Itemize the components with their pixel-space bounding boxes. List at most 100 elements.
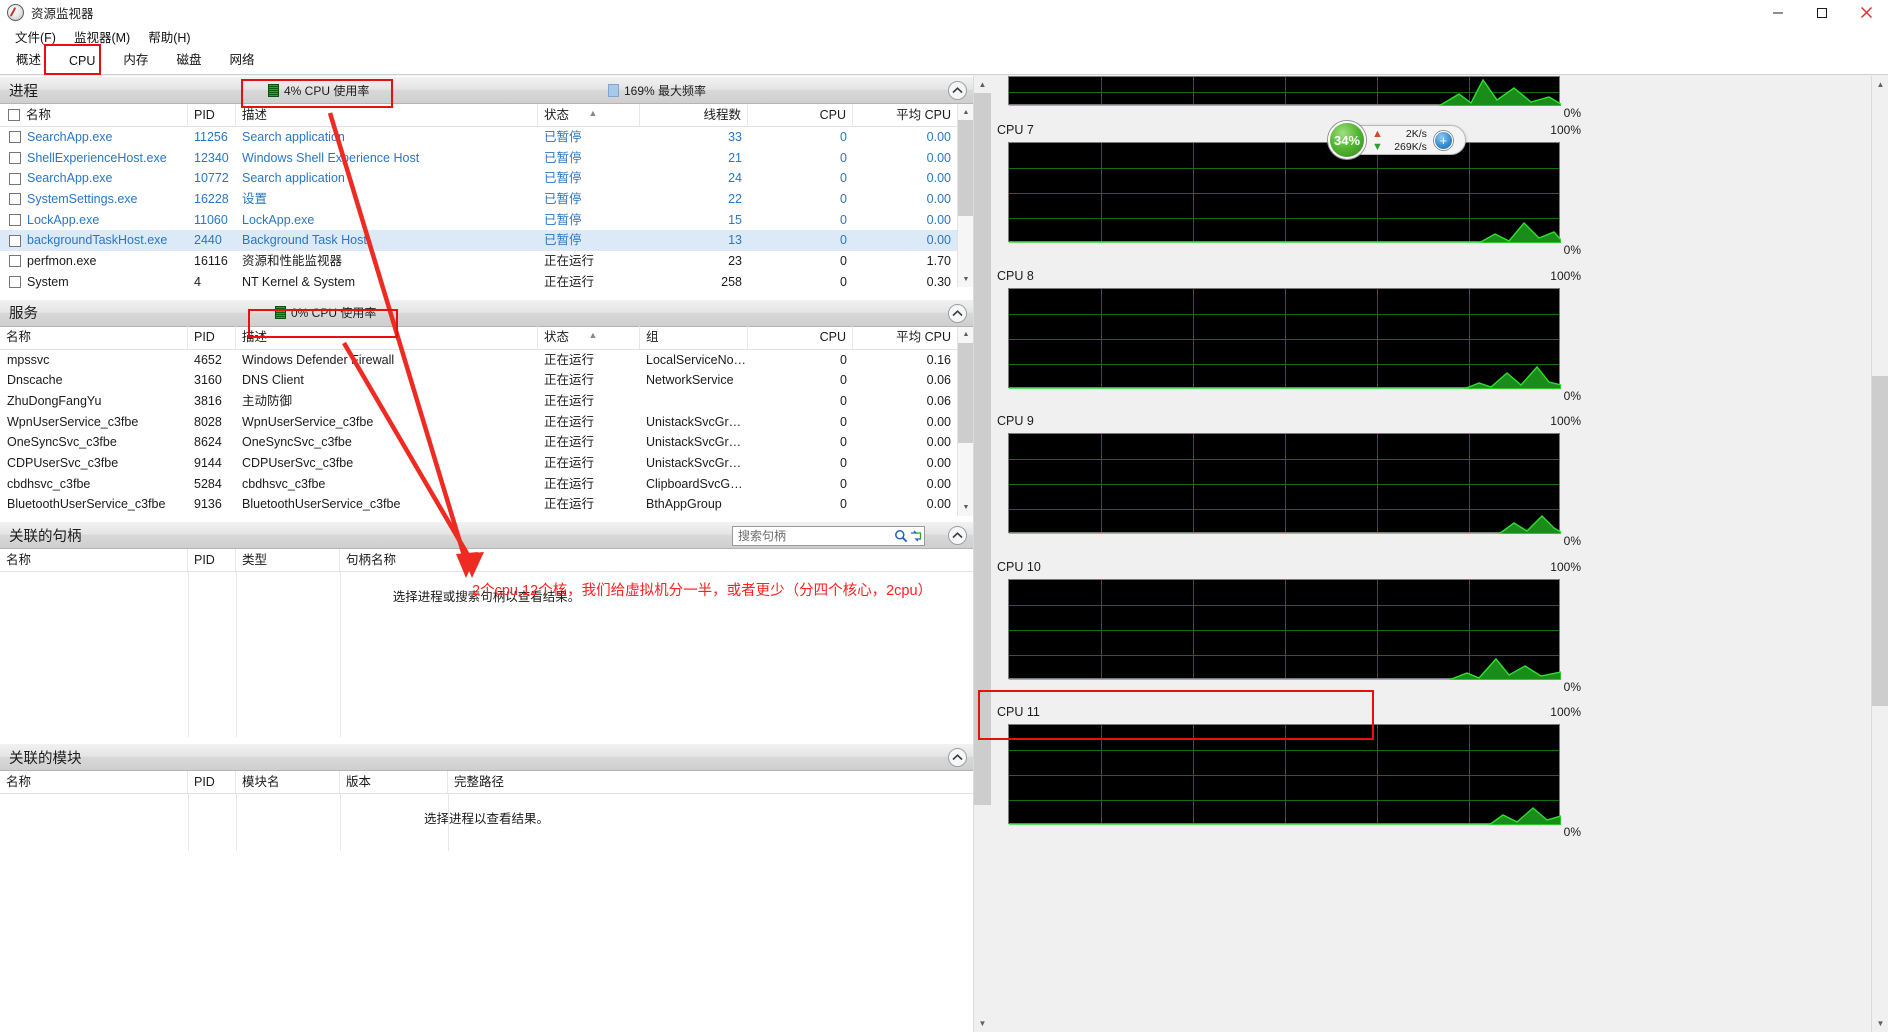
select-all-processes-checkbox[interactable]: [8, 109, 20, 121]
col-handle-handlename[interactable]: 句柄名称: [340, 549, 957, 572]
handles-collapse-button[interactable]: [948, 526, 967, 545]
processes-table: SearchApp.exe11256Search application已暂停3…: [0, 127, 973, 293]
col-handle-type[interactable]: 类型: [236, 549, 340, 572]
col-process-avgcpu[interactable]: 平均 CPU: [853, 104, 957, 127]
services-scrollbar[interactable]: ▲ ▼: [957, 327, 973, 516]
table-row[interactable]: BluetoothUserService_c3fbe9136BluetoothU…: [0, 494, 973, 515]
left-scroll-thumb[interactable]: [974, 93, 991, 805]
col-service-pid[interactable]: PID: [188, 326, 236, 349]
right-scroll-up-icon[interactable]: ▲: [1872, 76, 1888, 93]
process-row-checkbox[interactable]: [9, 276, 21, 288]
col-process-pid[interactable]: PID: [188, 104, 236, 127]
table-row[interactable]: SearchApp.exe11256Search application已暂停3…: [0, 127, 973, 148]
table-row[interactable]: mpssvc4652Windows Defender Firewall正在运行L…: [0, 350, 973, 371]
cpu-graph-max-label: 100%: [1550, 705, 1581, 719]
col-handle-name[interactable]: 名称: [0, 549, 188, 572]
service-cpu: 0: [748, 432, 853, 453]
tab-disk[interactable]: 磁盘: [162, 44, 215, 74]
tab-network[interactable]: 网络: [215, 44, 268, 74]
right-pane-scrollbar[interactable]: ▲ ▼: [1871, 76, 1888, 1032]
table-row[interactable]: WpnUserService_c3fbe8028WpnUserService_c…: [0, 412, 973, 433]
col-process-name[interactable]: 名称: [0, 104, 188, 127]
chevron-up-icon: [952, 87, 963, 94]
table-row[interactable]: LockApp.exe11060LockApp.exe已暂停1500.00: [0, 210, 973, 231]
process-status: 已暂停: [538, 230, 640, 251]
processes-scroll-thumb[interactable]: [958, 120, 973, 216]
scroll-down-icon[interactable]: ▼: [958, 500, 973, 516]
process-status: 正在运行: [538, 272, 640, 293]
handle-search-input[interactable]: [733, 527, 893, 545]
col-service-desc[interactable]: 描述: [236, 326, 538, 349]
cpu-graph-label: CPU 7: [997, 123, 1034, 137]
close-button[interactable]: [1844, 0, 1888, 26]
table-row[interactable]: System4NT Kernel & System正在运行25800.30: [0, 272, 973, 293]
maximize-button[interactable]: [1800, 0, 1844, 26]
services-collapse-button[interactable]: [948, 304, 967, 323]
services-scroll-thumb[interactable]: [958, 343, 973, 443]
tab-overview[interactable]: 概述: [2, 44, 55, 74]
tab-cpu[interactable]: CPU: [55, 49, 109, 74]
col-process-threads[interactable]: 线程数: [640, 104, 748, 127]
service-name: OneSyncSvc_c3fbe: [0, 432, 188, 453]
col-service-group[interactable]: 组: [640, 326, 748, 349]
left-scroll-down-icon[interactable]: ▼: [974, 1015, 991, 1032]
modules-collapse-button[interactable]: [948, 748, 967, 767]
service-group: ClipboardSvcG…: [640, 474, 748, 495]
process-row-checkbox[interactable]: [9, 131, 21, 143]
process-row-checkbox[interactable]: [9, 152, 21, 164]
modules-section-header[interactable]: 关联的模块: [0, 743, 973, 771]
col-module-name[interactable]: 名称: [0, 771, 188, 794]
service-status: 正在运行: [538, 474, 640, 495]
right-scroll-down-icon[interactable]: ▼: [1872, 1015, 1888, 1032]
table-row[interactable]: CDPUserSvc_c3fbe9144CDPUserSvc_c3fbe正在运行…: [0, 453, 973, 474]
col-service-cpu[interactable]: CPU: [748, 326, 853, 349]
table-row[interactable]: SystemSettings.exe16228设置已暂停2200.00: [0, 189, 973, 210]
col-module-pid[interactable]: PID: [188, 771, 236, 794]
tab-memory[interactable]: 内存: [109, 44, 162, 74]
processes-scrollbar[interactable]: ▲ ▼: [957, 104, 973, 287]
process-row-checkbox[interactable]: [9, 235, 21, 247]
col-process-status[interactable]: ▲ 状态: [538, 104, 640, 127]
left-pane-scrollbar[interactable]: ▲ ▼: [973, 76, 990, 1032]
scroll-up-icon[interactable]: ▲: [958, 104, 973, 120]
col-service-status[interactable]: ▲ 状态: [538, 326, 640, 349]
table-row[interactable]: perfmon.exe16116资源和性能监视器正在运行2301.70: [0, 251, 973, 272]
services-section-header[interactable]: 服务 0% CPU 使用率: [0, 299, 973, 327]
process-row-checkbox[interactable]: [9, 173, 21, 185]
refresh-icon[interactable]: [909, 527, 925, 545]
process-row-checkbox[interactable]: [9, 255, 21, 267]
col-process-desc[interactable]: 描述: [236, 104, 538, 127]
col-module-modulename[interactable]: 模块名: [236, 771, 340, 794]
col-module-fullpath[interactable]: 完整路径: [448, 771, 957, 794]
process-status: 已暂停: [538, 148, 640, 169]
table-row[interactable]: ShellExperienceHost.exe12340Windows Shel…: [0, 148, 973, 169]
col-service-avgcpu[interactable]: 平均 CPU: [853, 326, 957, 349]
handles-section-header[interactable]: 关联的句柄: [0, 521, 973, 549]
col-process-cpu[interactable]: CPU: [748, 104, 853, 127]
minimize-button[interactable]: [1756, 0, 1800, 26]
process-row-checkbox[interactable]: [9, 214, 21, 226]
process-cpu: 0: [748, 168, 853, 189]
scroll-up-icon[interactable]: ▲: [958, 327, 973, 343]
process-row-checkbox[interactable]: [9, 193, 21, 205]
table-row[interactable]: OneSyncSvc_c3fbe8624OneSyncSvc_c3fbe正在运行…: [0, 432, 973, 453]
plus-icon[interactable]: +: [1434, 131, 1453, 150]
col-handle-pid[interactable]: PID: [188, 549, 236, 572]
search-icon[interactable]: [893, 527, 909, 545]
col-service-name[interactable]: 名称: [0, 326, 188, 349]
left-scroll-up-icon[interactable]: ▲: [974, 76, 991, 93]
right-scroll-thumb[interactable]: [1872, 376, 1888, 706]
table-row[interactable]: backgroundTaskHost.exe2440Background Tas…: [0, 230, 973, 251]
chevron-up-icon: [952, 310, 963, 317]
table-row[interactable]: Dnscache3160DNS Client正在运行NetworkService…: [0, 370, 973, 391]
scroll-down-icon[interactable]: ▼: [958, 271, 973, 287]
table-row[interactable]: cbdhsvc_c3fbe5284cbdhsvc_c3fbe正在运行Clipbo…: [0, 474, 973, 495]
table-row[interactable]: SearchApp.exe10772Search application已暂停2…: [0, 168, 973, 189]
process-avgcpu: 0.00: [853, 148, 957, 169]
col-module-version[interactable]: 版本: [340, 771, 448, 794]
processes-section-header[interactable]: 进程 4% CPU 使用率 169% 最大频率: [0, 76, 973, 104]
handle-search-box[interactable]: [732, 526, 925, 546]
service-cpu: 0: [748, 474, 853, 495]
processes-collapse-button[interactable]: [948, 81, 967, 100]
table-row[interactable]: ZhuDongFangYu3816主动防御正在运行00.06: [0, 391, 973, 412]
